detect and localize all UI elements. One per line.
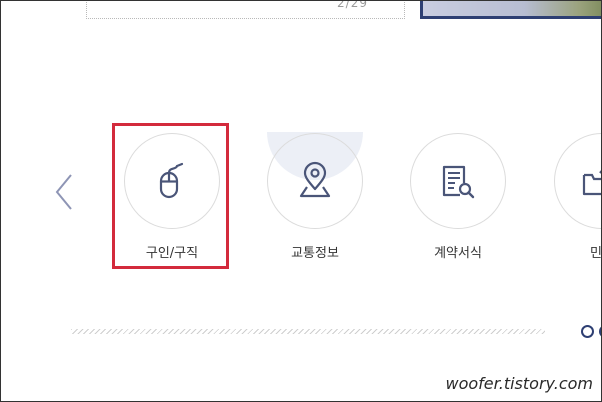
service-circle xyxy=(267,133,363,229)
pager-dot[interactable] xyxy=(581,325,594,338)
notice-box: 2/29 xyxy=(86,0,405,19)
service-label: 구인/구직 xyxy=(145,246,199,261)
service-label: 계약서식 xyxy=(434,246,482,261)
service-label: 교통정보 xyxy=(291,246,339,261)
document-search-icon xyxy=(442,165,475,199)
service-circle xyxy=(124,133,220,229)
mouse-icon xyxy=(159,162,184,199)
service-circle xyxy=(554,133,601,229)
divider-line xyxy=(71,329,545,334)
chevron-left-icon xyxy=(55,174,72,210)
notice-page-indicator: 2/29 xyxy=(337,0,368,10)
folder-upload-icon xyxy=(582,170,601,196)
service-circle xyxy=(410,133,506,229)
watermark: woofer.tistory.com xyxy=(445,374,593,393)
banner-thumbnail[interactable] xyxy=(420,1,601,19)
service-label: 민원 xyxy=(590,246,602,261)
carousel-prev-button[interactable] xyxy=(53,173,77,211)
page-frame: 2/29 구인/구직 교통정보 계약서식 민 woofer.tistory.co… xyxy=(0,0,602,402)
map-pin-icon xyxy=(299,161,331,198)
